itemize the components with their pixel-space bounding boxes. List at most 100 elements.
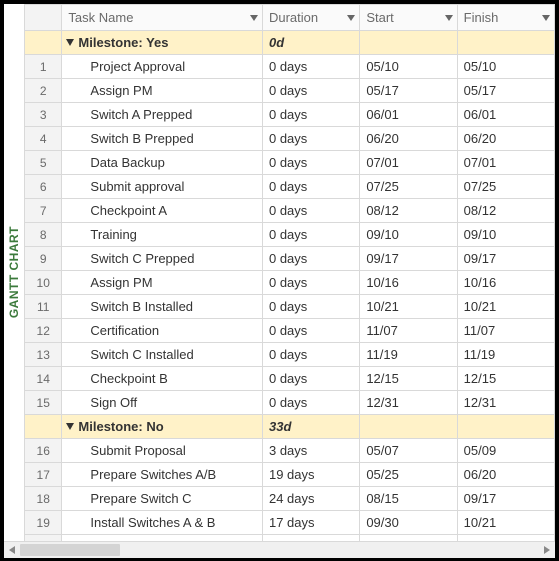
task-name-cell[interactable]: Switch B Prepped <box>62 127 263 151</box>
start-cell[interactable]: 09/10 <box>360 223 457 247</box>
task-name-cell[interactable]: Prepare Switches A/B <box>62 463 263 487</box>
finish-cell[interactable]: 11/07 <box>457 319 554 343</box>
table-row[interactable]: 17Prepare Switches A/B19 days05/2506/20 <box>25 463 555 487</box>
duration-cell[interactable]: 0 days <box>262 367 359 391</box>
table-row[interactable]: 12Certification0 days11/0711/07 <box>25 319 555 343</box>
table-row[interactable]: 7Checkpoint A0 days08/1208/12 <box>25 199 555 223</box>
finish-cell[interactable]: 06/20 <box>457 127 554 151</box>
finish-cell[interactable]: 11/19 <box>457 343 554 367</box>
filter-dropdown-finish[interactable] <box>540 12 552 24</box>
header-finish[interactable]: Finish <box>457 5 554 31</box>
start-cell[interactable]: 05/10 <box>360 55 457 79</box>
task-name-cell[interactable]: Certification <box>62 319 263 343</box>
table-row[interactable]: 13Switch C Installed0 days11/1911/19 <box>25 343 555 367</box>
table-row[interactable]: 18Prepare Switch C24 days08/1509/17 <box>25 487 555 511</box>
task-name-cell[interactable]: Assign PM <box>62 271 263 295</box>
duration-cell[interactable]: 24 days <box>262 487 359 511</box>
scroll-right-button[interactable] <box>539 542 555 558</box>
table-row[interactable]: 1Project Approval0 days05/1005/10 <box>25 55 555 79</box>
start-cell[interactable]: 09/30 <box>360 511 457 535</box>
start-cell[interactable]: 10/16 <box>360 271 457 295</box>
finish-cell[interactable]: 07/01 <box>457 151 554 175</box>
scroll-track[interactable] <box>20 542 539 558</box>
start-cell[interactable]: 05/07 <box>360 439 457 463</box>
finish-cell[interactable]: 05/17 <box>457 79 554 103</box>
task-name-cell[interactable]: Switch B Installed <box>62 295 263 319</box>
table-row[interactable]: 3Switch A Prepped0 days06/0106/01 <box>25 103 555 127</box>
start-cell[interactable]: 11/07 <box>360 319 457 343</box>
finish-cell[interactable]: 05/10 <box>457 55 554 79</box>
task-name-cell[interactable]: Submit Proposal <box>62 439 263 463</box>
duration-cell[interactable]: 0 days <box>262 151 359 175</box>
start-cell[interactable]: 08/15 <box>360 487 457 511</box>
filter-dropdown-task[interactable] <box>248 12 260 24</box>
table-row[interactable]: 8Training0 days09/1009/10 <box>25 223 555 247</box>
finish-cell[interactable]: 12/15 <box>457 367 554 391</box>
duration-cell[interactable]: 0 days <box>262 175 359 199</box>
task-name-cell[interactable]: Project Approval <box>62 55 263 79</box>
finish-cell[interactable]: 10/16 <box>457 271 554 295</box>
finish-cell[interactable]: 09/17 <box>457 487 554 511</box>
start-cell[interactable]: 11/19 <box>360 343 457 367</box>
task-name-cell[interactable]: Sign Off <box>62 391 263 415</box>
group-row[interactable]: Milestone: No33d <box>25 415 555 439</box>
table-row[interactable]: 19Install Switches A & B17 days09/3010/2… <box>25 511 555 535</box>
table-row[interactable]: 6Submit approval0 days07/2507/25 <box>25 175 555 199</box>
finish-cell[interactable]: 12/31 <box>457 391 554 415</box>
task-name-cell[interactable]: Prepare Switch C <box>62 487 263 511</box>
task-name-cell[interactable]: Training <box>62 223 263 247</box>
start-cell[interactable]: 12/15 <box>360 367 457 391</box>
table-row[interactable]: 11Switch B Installed0 days10/2110/21 <box>25 295 555 319</box>
table-row[interactable]: 10Assign PM0 days10/1610/16 <box>25 271 555 295</box>
gantt-grid[interactable]: Task Name Duration Start <box>24 4 555 541</box>
scroll-thumb[interactable] <box>20 544 120 556</box>
duration-cell[interactable]: 0 days <box>262 103 359 127</box>
finish-cell[interactable]: 10/21 <box>457 511 554 535</box>
duration-cell[interactable]: 0 days <box>262 295 359 319</box>
table-row[interactable]: 16Submit Proposal3 days05/0705/09 <box>25 439 555 463</box>
finish-cell[interactable]: 07/25 <box>457 175 554 199</box>
filter-dropdown-start[interactable] <box>443 12 455 24</box>
header-start[interactable]: Start <box>360 5 457 31</box>
task-name-cell[interactable]: Switch C Installed <box>62 343 263 367</box>
finish-cell[interactable]: 09/10 <box>457 223 554 247</box>
group-row[interactable]: Milestone: Yes0d <box>25 31 555 55</box>
start-cell[interactable]: 12/31 <box>360 391 457 415</box>
scroll-left-button[interactable] <box>4 542 20 558</box>
start-cell[interactable]: 05/17 <box>360 79 457 103</box>
header-duration[interactable]: Duration <box>262 5 359 31</box>
finish-cell[interactable]: 06/01 <box>457 103 554 127</box>
duration-cell[interactable]: 0 days <box>262 271 359 295</box>
duration-cell[interactable]: 3 days <box>262 439 359 463</box>
group-label-cell[interactable]: Milestone: No <box>62 415 263 439</box>
finish-cell[interactable]: 10/21 <box>457 295 554 319</box>
collapse-icon[interactable] <box>66 419 76 434</box>
start-cell[interactable]: 09/17 <box>360 247 457 271</box>
header-task[interactable]: Task Name <box>62 5 263 31</box>
table-row[interactable]: 5Data Backup0 days07/0107/01 <box>25 151 555 175</box>
start-cell[interactable]: 05/25 <box>360 463 457 487</box>
start-cell[interactable]: 07/25 <box>360 175 457 199</box>
duration-cell[interactable]: 0 days <box>262 247 359 271</box>
duration-cell[interactable]: 0 days <box>262 319 359 343</box>
collapse-icon[interactable] <box>66 35 76 50</box>
duration-cell[interactable]: 0 days <box>262 391 359 415</box>
finish-cell[interactable]: 05/09 <box>457 439 554 463</box>
task-name-cell[interactable]: Switch C Prepped <box>62 247 263 271</box>
duration-cell[interactable]: 0 days <box>262 223 359 247</box>
table-row[interactable]: 14Checkpoint B0 days12/1512/15 <box>25 367 555 391</box>
duration-cell[interactable]: 0 days <box>262 199 359 223</box>
task-name-cell[interactable]: Switch A Prepped <box>62 103 263 127</box>
start-cell[interactable]: 07/01 <box>360 151 457 175</box>
start-cell[interactable]: 10/21 <box>360 295 457 319</box>
finish-cell[interactable]: 09/17 <box>457 247 554 271</box>
task-name-cell[interactable]: Checkpoint A <box>62 199 263 223</box>
table-row[interactable]: 15Sign Off0 days12/3112/31 <box>25 391 555 415</box>
finish-cell[interactable]: 06/20 <box>457 463 554 487</box>
duration-cell[interactable]: 17 days <box>262 511 359 535</box>
task-name-cell[interactable]: Checkpoint B <box>62 367 263 391</box>
task-name-cell[interactable]: Install Switches A & B <box>62 511 263 535</box>
start-cell[interactable]: 06/01 <box>360 103 457 127</box>
task-name-cell[interactable]: Submit approval <box>62 175 263 199</box>
group-label-cell[interactable]: Milestone: Yes <box>62 31 263 55</box>
